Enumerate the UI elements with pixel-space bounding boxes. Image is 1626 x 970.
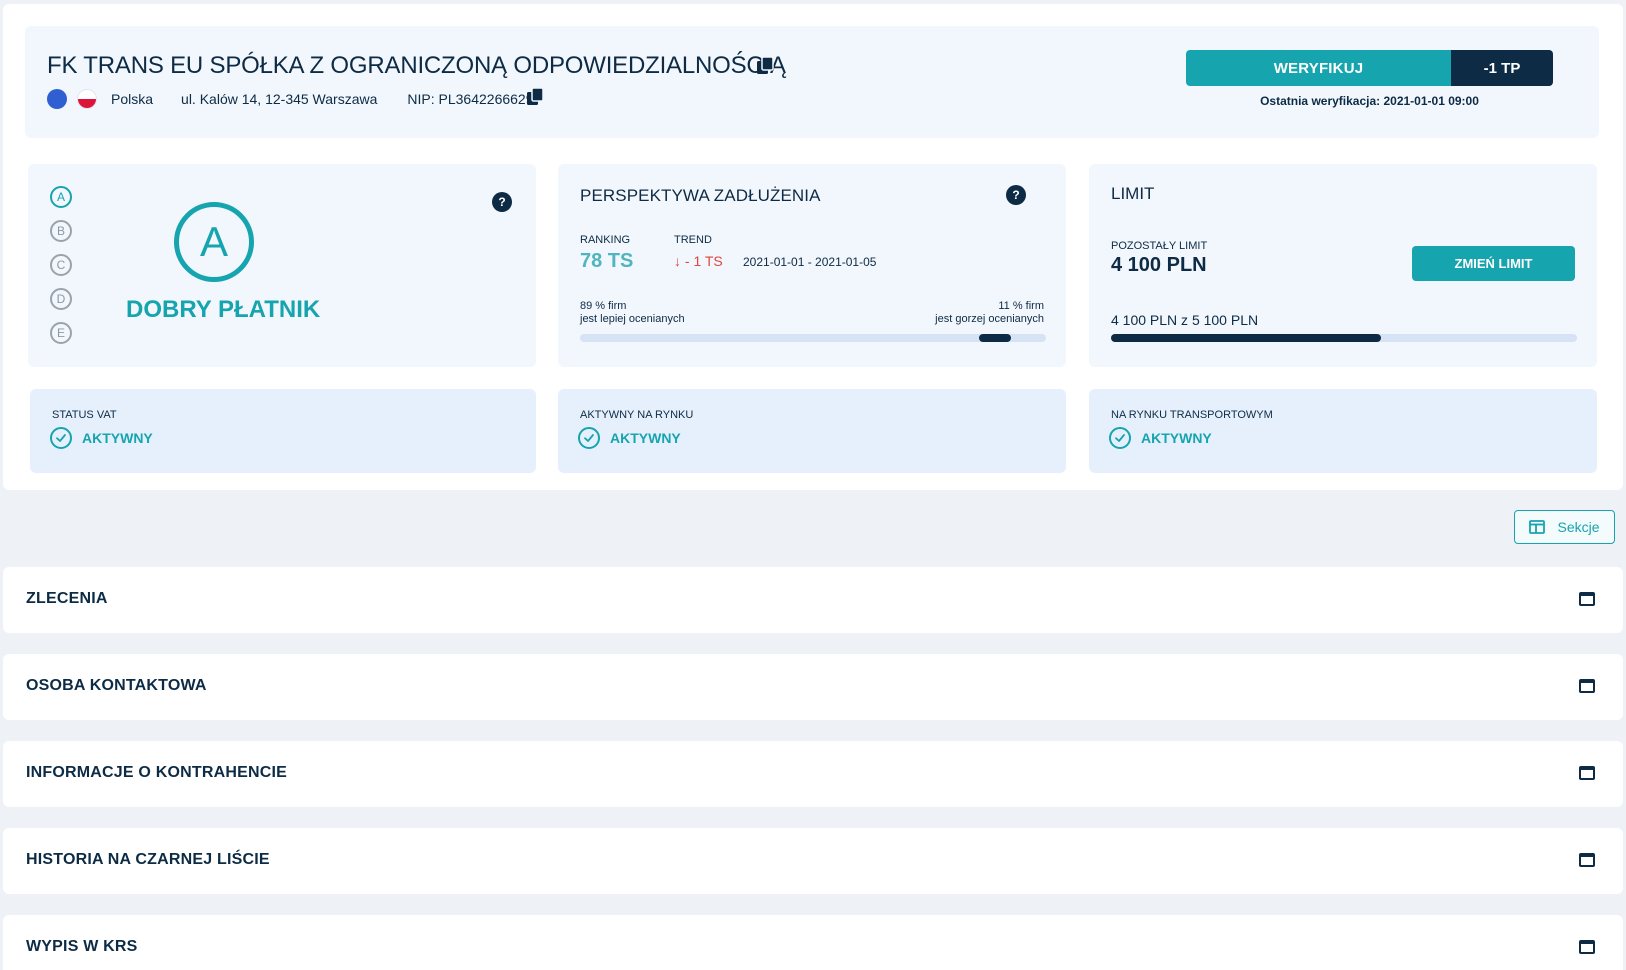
check-circle-icon	[50, 427, 72, 449]
section-osoba-kontaktowa[interactable]: OSOBA KONTAKTOWA	[3, 654, 1623, 720]
expand-section-icon[interactable]	[1578, 591, 1596, 607]
section-title: ZLECENIA	[26, 590, 108, 607]
grade-d-icon: D	[50, 288, 72, 310]
section-title: INFORMACJE O KONTRAHENCIE	[26, 764, 288, 781]
current-grade-badge: A	[174, 202, 254, 282]
status-row: AKTYWNY	[1109, 427, 1212, 449]
grade-scale: A B C D E	[50, 186, 72, 344]
company-nip: NIP: PL3642266629	[407, 91, 534, 107]
company-name: FK TRANS EU SPÓŁKA Z OGRANICZONĄ ODPOWIE…	[47, 52, 786, 79]
section-zlecenia[interactable]: ZLECENIA	[3, 567, 1623, 633]
debt-outlook-title: PERSPEKTYWA ZADŁUŻENIA	[580, 186, 821, 205]
company-summary-card: FK TRANS EU SPÓŁKA Z OGRANICZONĄ ODPOWIE…	[3, 4, 1623, 490]
debt-outlook-panel: PERSPEKTYWA ZADŁUŻENIA ? RANKING 78 TS T…	[558, 164, 1066, 367]
section-historia-na-czarnej-liscie[interactable]: HISTORIA NA CZARNEJ LIŚCIE	[3, 828, 1623, 894]
better-rated-share: 89 % firm jest lepiej ocenianych	[580, 300, 685, 326]
verify-cost-badge[interactable]: -1 TP	[1451, 50, 1553, 86]
limit-title: LIMIT	[1111, 184, 1155, 203]
company-country: Polska	[111, 91, 154, 107]
ranking-marker	[979, 334, 1011, 342]
grade-a-icon: A	[50, 186, 72, 208]
section-wypis-w-krs[interactable]: WYPIS W KRS	[3, 915, 1623, 970]
grade-b-icon: B	[50, 220, 72, 242]
trend-label: TREND	[674, 234, 712, 246]
vat-status-box: STATUS VAT AKTYWNY	[30, 389, 536, 473]
columns-icon	[1529, 520, 1546, 534]
status-value: AKTYWNY	[1141, 430, 1212, 446]
company-address: ul. Kalów 14, 12-345 Warszawa	[181, 91, 378, 107]
check-circle-icon	[1109, 427, 1131, 449]
ranking-label: RANKING	[580, 234, 631, 246]
grade-e-icon: E	[50, 322, 72, 344]
grade-c-icon: C	[50, 254, 72, 276]
rating-panel: A B C D E A DOBRY PŁATNIK ?	[28, 164, 536, 367]
section-title: HISTORIA NA CZARNEJ LIŚCIE	[26, 851, 270, 868]
better-rated-caption: jest lepiej ocenianych	[580, 313, 685, 325]
check-circle-icon	[578, 427, 600, 449]
verify-button[interactable]: WERYFIKUJ	[1186, 50, 1451, 86]
limit-progress-bar	[1111, 334, 1577, 342]
limit-progress-fill	[1111, 334, 1381, 342]
status-value: AKTYWNY	[82, 430, 153, 446]
better-rated-pct: 89 % firm	[580, 300, 627, 312]
status-row: AKTYWNY	[50, 427, 153, 449]
status-label: AKTYWNY NA RYNKU	[580, 409, 694, 421]
worse-rated-pct: 11 % firm	[998, 300, 1044, 312]
globe-icon	[47, 89, 67, 109]
status-label: STATUS VAT	[52, 409, 117, 421]
status-label: NA RYNKU TRANSPORTOWYM	[1111, 409, 1273, 421]
limit-panel: LIMIT POZOSTAŁY LIMIT 4 100 PLN ZMIEŃ LI…	[1089, 164, 1597, 367]
trend-value: ↓ - 1 TS	[674, 253, 723, 269]
limit-summary: 4 100 PLN z 5 100 PLN	[1111, 312, 1259, 328]
status-row: AKTYWNY	[578, 427, 681, 449]
help-icon[interactable]: ?	[492, 192, 512, 212]
remaining-limit-label: POZOSTAŁY LIMIT	[1111, 240, 1208, 252]
market-status-box: AKTYWNY NA RYNKU AKTYWNY	[558, 389, 1066, 473]
worse-rated-caption: jest gorzej ocenianych	[935, 313, 1044, 325]
expand-section-icon[interactable]	[1578, 939, 1596, 955]
worse-rated-share: 11 % firm jest gorzej ocenianych	[935, 300, 1044, 326]
ranking-bar	[580, 334, 1046, 342]
copy-nip-icon[interactable]	[525, 87, 545, 107]
expand-section-icon[interactable]	[1578, 765, 1596, 781]
change-limit-button[interactable]: ZMIEŃ LIMIT	[1412, 246, 1575, 281]
sections-button[interactable]: Sekcje	[1514, 510, 1615, 544]
expand-section-icon[interactable]	[1578, 852, 1596, 868]
section-title: OSOBA KONTAKTOWA	[26, 677, 207, 694]
section-title: WYPIS W KRS	[26, 938, 138, 955]
grade-label: DOBRY PŁATNIK	[126, 296, 321, 323]
transport-market-status-box: NA RYNKU TRANSPORTOWYM AKTYWNY	[1089, 389, 1597, 473]
section-informacje-o-kontrahencie[interactable]: INFORMACJE O KONTRAHENCIE	[3, 741, 1623, 807]
status-value: AKTYWNY	[610, 430, 681, 446]
copy-name-icon[interactable]	[755, 56, 775, 76]
ranking-value: 78 TS	[580, 250, 634, 272]
last-verification-text: Ostatnia weryfikacja: 2021-01-01 09:00	[1260, 94, 1479, 108]
trend-dates: 2021-01-01 - 2021-01-05	[743, 255, 877, 269]
remaining-limit-value: 4 100 PLN	[1111, 254, 1207, 276]
poland-flag-icon	[77, 89, 97, 109]
company-meta: Polska ul. Kalów 14, 12-345 Warszawa NIP…	[47, 88, 534, 110]
help-icon[interactable]: ?	[1006, 185, 1026, 205]
expand-section-icon[interactable]	[1578, 678, 1596, 694]
sections-button-label: Sekcje	[1557, 519, 1600, 535]
